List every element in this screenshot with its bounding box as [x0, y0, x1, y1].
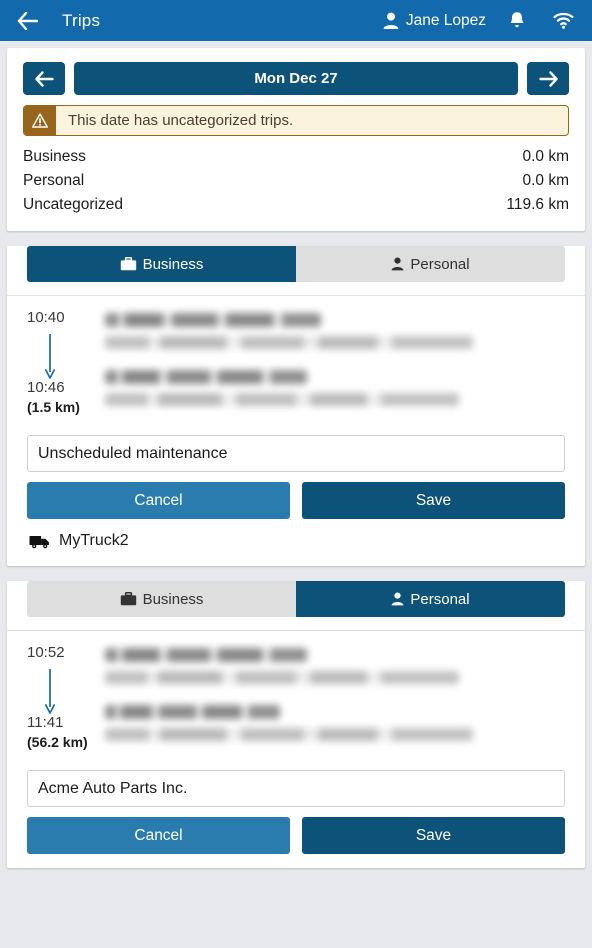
trip-end-address-redacted — [105, 370, 565, 423]
trip-direction-arrow-icon — [44, 334, 56, 379]
address-line-street — [105, 648, 308, 662]
user-menu[interactable]: Jane Lopez — [383, 12, 486, 30]
card-bottom-spacer — [7, 854, 585, 868]
summary-row-business: Business 0.0 km — [23, 145, 569, 169]
trip-time-gap — [27, 663, 105, 713]
trip-detail: 10:40 10:46 (1.5 km) — [7, 296, 585, 423]
notifications-button[interactable] — [502, 8, 532, 34]
trip-addresses — [105, 308, 565, 423]
app-bar: Trips Jane Lopez — [0, 0, 592, 41]
summary-row-uncategorized: Uncategorized 119.6 km — [23, 193, 569, 217]
briefcase-icon — [120, 592, 136, 606]
summary-label: Business — [23, 148, 86, 165]
address-line-street — [105, 313, 322, 327]
address-line-street — [105, 370, 308, 384]
arrow-left-icon — [34, 70, 54, 87]
trip-card: Business Personal 10:40 10:46 (1.5 km) U… — [7, 246, 585, 566]
connectivity-button[interactable] — [548, 8, 578, 34]
back-button[interactable] — [14, 8, 40, 34]
save-button[interactable]: Save — [302, 482, 565, 519]
trip-times: 10:52 11:41 (56.2 km) — [27, 643, 105, 758]
tab-label: Personal — [410, 255, 470, 273]
arrow-right-icon — [538, 70, 558, 87]
trip-actions: Cancel Save — [7, 807, 585, 854]
summary-label: Uncategorized — [23, 196, 123, 213]
trip-card: Business Personal 10:52 11:41 (56.2 km) — [7, 581, 585, 868]
trip-time-gap — [27, 328, 105, 378]
trip-vehicle: MyTruck2 — [7, 519, 585, 566]
vehicle-name-label: MyTruck2 — [59, 532, 129, 549]
trip-detail: 10:52 11:41 (56.2 km) — [7, 631, 585, 758]
trip-end-address-redacted — [105, 705, 565, 758]
trip-times: 10:40 10:46 (1.5 km) — [27, 308, 105, 423]
summary-value: 119.6 km — [506, 196, 569, 213]
bell-icon — [510, 12, 524, 28]
date-display-button[interactable]: Mon Dec 27 — [74, 62, 518, 95]
briefcase-icon — [120, 257, 136, 271]
trip-note-input[interactable] — [27, 435, 565, 472]
address-line-city — [105, 728, 473, 741]
summary-value: 0.0 km — [522, 172, 569, 189]
trip-note-input[interactable] — [27, 770, 565, 807]
tab-business[interactable]: Business — [27, 581, 296, 617]
cancel-button[interactable]: Cancel — [27, 817, 290, 854]
address-line-city — [105, 393, 460, 406]
person-icon — [391, 592, 404, 606]
date-summary-card: Mon Dec 27 This date has uncategorized t… — [7, 48, 585, 231]
address-line-city — [105, 671, 460, 684]
summary-value: 0.0 km — [522, 148, 569, 165]
trip-end-time: 11:41 — [27, 714, 64, 731]
cancel-button[interactable]: Cancel — [27, 482, 290, 519]
truck-icon — [29, 535, 49, 548]
save-button[interactable]: Save — [302, 817, 565, 854]
warning-banner-wrap: This date has uncategorized trips. — [7, 95, 585, 136]
person-icon — [383, 12, 399, 29]
page-title: Trips — [62, 10, 101, 30]
tab-label: Business — [142, 590, 204, 608]
warning-triangle-icon — [32, 113, 48, 128]
previous-day-button[interactable] — [23, 62, 65, 95]
trip-start-address-redacted — [105, 313, 565, 366]
trip-note-wrap — [7, 423, 585, 472]
warning-icon-box — [24, 106, 56, 135]
trip-addresses — [105, 643, 565, 758]
next-day-button[interactable] — [527, 62, 569, 95]
trip-actions: Cancel Save — [7, 472, 585, 519]
tab-label: Personal — [410, 590, 470, 608]
tab-personal[interactable]: Personal — [296, 246, 565, 282]
trip-start-time: 10:52 — [27, 644, 65, 661]
trip-category-tabs: Business Personal — [27, 581, 565, 617]
uncategorized-warning-banner: This date has uncategorized trips. — [23, 105, 569, 136]
tab-label: Business — [142, 255, 204, 273]
trip-direction-arrow-icon — [44, 669, 56, 714]
trip-distance: (56.2 km) — [27, 734, 88, 750]
trip-start-time: 10:40 — [27, 309, 65, 326]
trip-note-wrap — [7, 758, 585, 807]
summary-label: Personal — [23, 172, 85, 189]
distance-summary: Business 0.0 km Personal 0.0 km Uncatego… — [7, 136, 585, 231]
person-icon — [391, 257, 404, 271]
user-name-label: Jane Lopez — [405, 11, 486, 29]
address-line-city — [105, 336, 473, 349]
trip-end-time: 10:46 — [27, 379, 65, 396]
date-navigation: Mon Dec 27 — [7, 48, 585, 95]
wifi-icon — [552, 12, 574, 29]
arrow-left-icon — [17, 11, 38, 30]
tab-business[interactable]: Business — [27, 246, 296, 282]
address-line-street — [105, 705, 280, 719]
trip-category-tabs: Business Personal — [27, 246, 565, 282]
summary-row-personal: Personal 0.0 km — [23, 169, 569, 193]
tab-personal[interactable]: Personal — [296, 581, 565, 617]
warning-message: This date has uncategorized trips. — [68, 112, 294, 129]
trip-distance: (1.5 km) — [27, 399, 80, 415]
trip-start-address-redacted — [105, 648, 565, 701]
